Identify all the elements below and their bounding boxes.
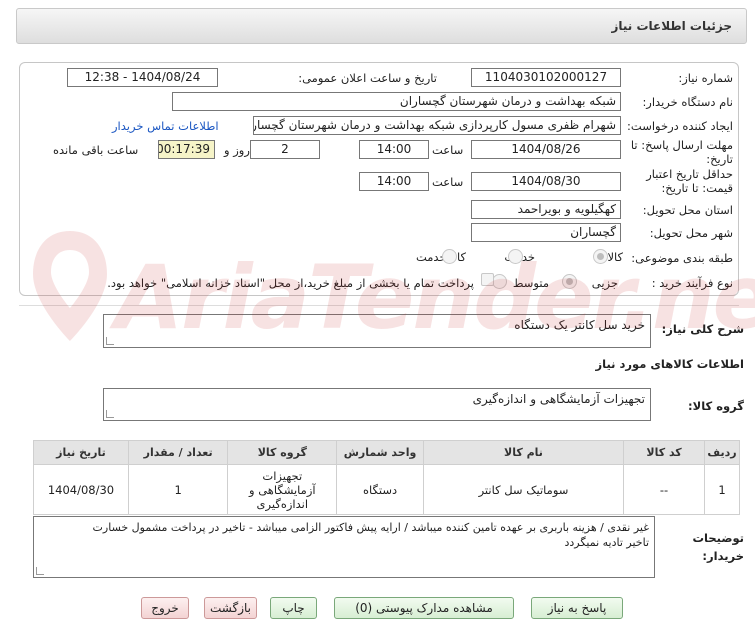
treasury-payment-note: پرداخت تمام یا بخشی از مبلغ خرید،از محل …: [107, 276, 474, 290]
buyer-name-label: نام دستگاه خریدار:: [642, 95, 733, 109]
province-field: کهگیلویه و بویراحمد: [471, 200, 621, 219]
items-table-header: ردیف کد کالا نام کالا واحد شمارش گروه کا…: [33, 440, 740, 465]
deadline-date-field: 1404/08/26: [471, 140, 621, 159]
days-count-field: 2: [250, 140, 320, 159]
cell-group: تجهیزات آزمایشگاهی و اندازه‌گیری: [227, 464, 338, 515]
cell-group-line2: آزمایشگاهی و: [248, 482, 316, 497]
need-description-text: خرید سل کانتر یک دستگاه: [514, 318, 645, 332]
creator-label: ایجاد کننده درخواست:: [627, 119, 733, 133]
buyer-name-field: شبکه بهداشت و درمان شهرستان گچساران: [172, 92, 621, 111]
category-goods-radio[interactable]: [593, 249, 608, 264]
process-medium-radio[interactable]: [492, 274, 507, 289]
category-service-radio[interactable]: [508, 249, 523, 264]
cell-unit: دستگاه: [336, 464, 424, 515]
back-button[interactable]: بازگشت: [204, 597, 257, 619]
cell-row-number: 1: [704, 464, 740, 515]
process-partial-radio[interactable]: [562, 274, 577, 289]
process-type-label: نوع فرآیند خرید :: [651, 276, 733, 290]
cell-name: سوماتیک سل کانتر: [422, 464, 625, 515]
goods-group-field: تجهیزات آزمایشگاهی و اندازه‌گیری: [103, 388, 651, 421]
goods-group-label: گروه کالا:: [688, 399, 744, 413]
table-row: 1 -- سوماتیک سل کانتر دستگاه تجهیزات آزم…: [33, 464, 740, 515]
need-description-label: شرح کلی نیاز:: [661, 322, 744, 336]
cell-code: --: [623, 464, 706, 515]
buyer-notes-line2: تاخیر تادیه نمیگردد: [564, 536, 649, 549]
cell-group-line1: تجهیزات: [262, 468, 303, 483]
days-label: روز و: [224, 143, 250, 157]
deadline-label-line1: مهلت ارسال پاسخ: تا: [630, 138, 733, 152]
process-option-partial-label: جزیی: [591, 276, 618, 290]
need-number-label: شماره نیاز:: [678, 71, 733, 85]
category-option-both-label: کالا/خدمت: [415, 250, 466, 264]
header-name: نام کالا: [422, 440, 625, 465]
resize-grip-icon: [106, 337, 114, 345]
print-button[interactable]: چاپ: [270, 597, 317, 619]
category-label: طبقه بندی موضوعی:: [631, 251, 733, 265]
header-quantity: تعداد / مقدار: [127, 440, 229, 465]
buyer-notes-label-line1: توضیحات: [692, 531, 745, 545]
creator-field: شهرام ظفری مسول کارپردازی شبکه بهداشت و …: [253, 116, 621, 135]
remaining-time-label: ساعت باقی مانده: [53, 143, 139, 157]
city-field: گچساران: [471, 223, 621, 242]
resize-grip-icon: [106, 410, 114, 418]
section-divider: [19, 305, 739, 306]
validity-time-label: ساعت: [432, 175, 464, 189]
header-row-number: ردیف: [704, 440, 740, 465]
buyer-notes-line1: غیر نقدی / هزینه باربری بر عهده تامین کن…: [92, 521, 649, 534]
goods-group-text: تجهیزات آزمایشگاهی و اندازه‌گیری: [472, 392, 645, 406]
validity-label-line1: حداقل تاریخ اعتبار: [646, 167, 733, 181]
exit-button[interactable]: خروج: [141, 597, 189, 619]
cell-date: 1404/08/30: [33, 464, 129, 515]
buyer-notes-label-line2: خریدار:: [702, 549, 744, 563]
deadline-time-field: 14:00: [359, 140, 429, 159]
cell-group-line3: اندازه‌گیری: [256, 496, 309, 511]
validity-date-field: 1404/08/30: [471, 172, 621, 191]
details-panel-header: جزئیات اطلاعات نیاز: [16, 8, 747, 44]
buyer-notes-field: غیر نقدی / هزینه باربری بر عهده تامین کن…: [33, 516, 655, 578]
deadline-label-line2: تاریخ:: [706, 152, 733, 166]
need-number-field: 1104030102000127: [471, 68, 621, 87]
need-description-field: خرید سل کانتر یک دستگاه: [103, 314, 651, 348]
process-option-medium-label: متوسط: [512, 276, 549, 290]
resize-grip-icon: [36, 567, 44, 575]
treasury-payment-checkbox[interactable]: [481, 273, 494, 286]
validity-label-line2: قیمت: تا تاریخ:: [661, 181, 733, 195]
category-option-goods-label: کالا: [607, 250, 623, 264]
city-label: شهر محل تحویل:: [649, 226, 733, 240]
category-both-radio[interactable]: [442, 249, 457, 264]
buyer-contact-link[interactable]: اطلاعات تماس خریدار: [112, 119, 219, 133]
deadline-time-label: ساعت: [432, 143, 464, 157]
announce-date-field: 1404/08/24 - 12:38: [67, 68, 218, 87]
goods-info-title: اطلاعات کالاهای مورد نیاز: [595, 357, 744, 371]
header-unit: واحد شمارش: [336, 440, 424, 465]
validity-time-field: 14:00: [359, 172, 429, 191]
header-date: تاریخ نیاز: [33, 440, 129, 465]
province-label: استان محل تحویل:: [642, 203, 733, 217]
announce-date-label: تاریخ و ساعت اعلان عمومی:: [298, 71, 437, 85]
header-code: کد کالا: [623, 440, 706, 465]
cell-quantity: 1: [127, 464, 229, 515]
reply-button[interactable]: پاسخ به نیاز: [531, 597, 623, 619]
page-title: جزئیات اطلاعات نیاز: [611, 19, 732, 33]
header-group: گروه کالا: [227, 440, 338, 465]
view-attachments-button[interactable]: مشاهده مدارک پیوستی (0): [334, 597, 514, 619]
items-table: ردیف کد کالا نام کالا واحد شمارش گروه کا…: [33, 440, 740, 515]
remaining-time-field: 00:17:39: [158, 140, 215, 159]
